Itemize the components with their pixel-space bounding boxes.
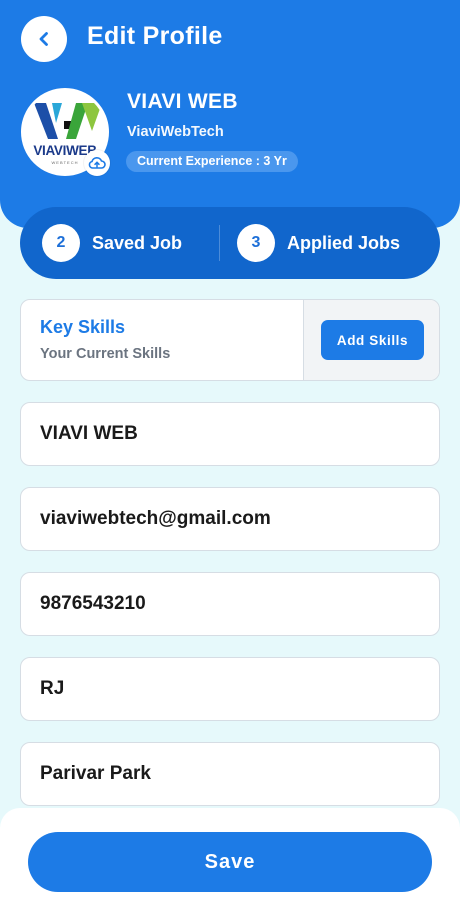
profile-handle: ViaviWebTech — [127, 124, 224, 140]
back-button[interactable] — [21, 16, 67, 62]
stats-bar: 2 Saved Job 3 Applied Jobs — [20, 207, 440, 279]
profile-header: Edit Profile VIAVIWEB WEBTECH VIAVI WEB … — [0, 0, 460, 228]
phone-field[interactable]: 9876543210 — [20, 572, 440, 636]
state-field[interactable]: RJ — [20, 657, 440, 721]
saved-jobs-stat[interactable]: 2 Saved Job — [42, 207, 182, 279]
name-value: VIAVI WEB — [40, 423, 138, 444]
address-value: Parivar Park — [40, 763, 151, 784]
cloud-upload-icon — [88, 157, 106, 169]
state-value: RJ — [40, 678, 65, 699]
phone-value: 9876543210 — [40, 593, 146, 614]
profile-name: VIAVI WEB — [127, 90, 238, 113]
saved-jobs-label: Saved Job — [92, 232, 183, 253]
page-title: Edit Profile — [87, 22, 223, 50]
applied-jobs-stat[interactable]: 3 Applied Jobs — [237, 207, 400, 279]
key-skills-subtitle: Your Current Skills — [40, 346, 171, 362]
key-skills-title: Key Skills — [40, 317, 126, 337]
email-field[interactable]: viaviwebtech@gmail.com — [20, 487, 440, 551]
applied-jobs-count: 3 — [237, 224, 275, 262]
add-skills-button[interactable]: Add Skills — [321, 320, 424, 360]
logo-icon — [34, 103, 102, 139]
address-field[interactable]: Parivar Park — [20, 742, 440, 806]
upload-photo-button[interactable] — [84, 150, 110, 176]
experience-badge: Current Experience : 3 Yr — [126, 151, 298, 172]
key-skills-card: Key Skills Your Current Skills Add Skill… — [20, 299, 440, 381]
save-button[interactable]: Save — [28, 832, 432, 892]
email-value: viaviwebtech@gmail.com — [40, 508, 271, 529]
applied-jobs-label: Applied Jobs — [287, 232, 401, 253]
chevron-left-icon — [39, 32, 48, 46]
name-field[interactable]: VIAVI WEB — [20, 402, 440, 466]
skills-action-panel: Add Skills — [303, 300, 439, 380]
stats-divider — [219, 225, 220, 261]
saved-jobs-count: 2 — [42, 224, 80, 262]
